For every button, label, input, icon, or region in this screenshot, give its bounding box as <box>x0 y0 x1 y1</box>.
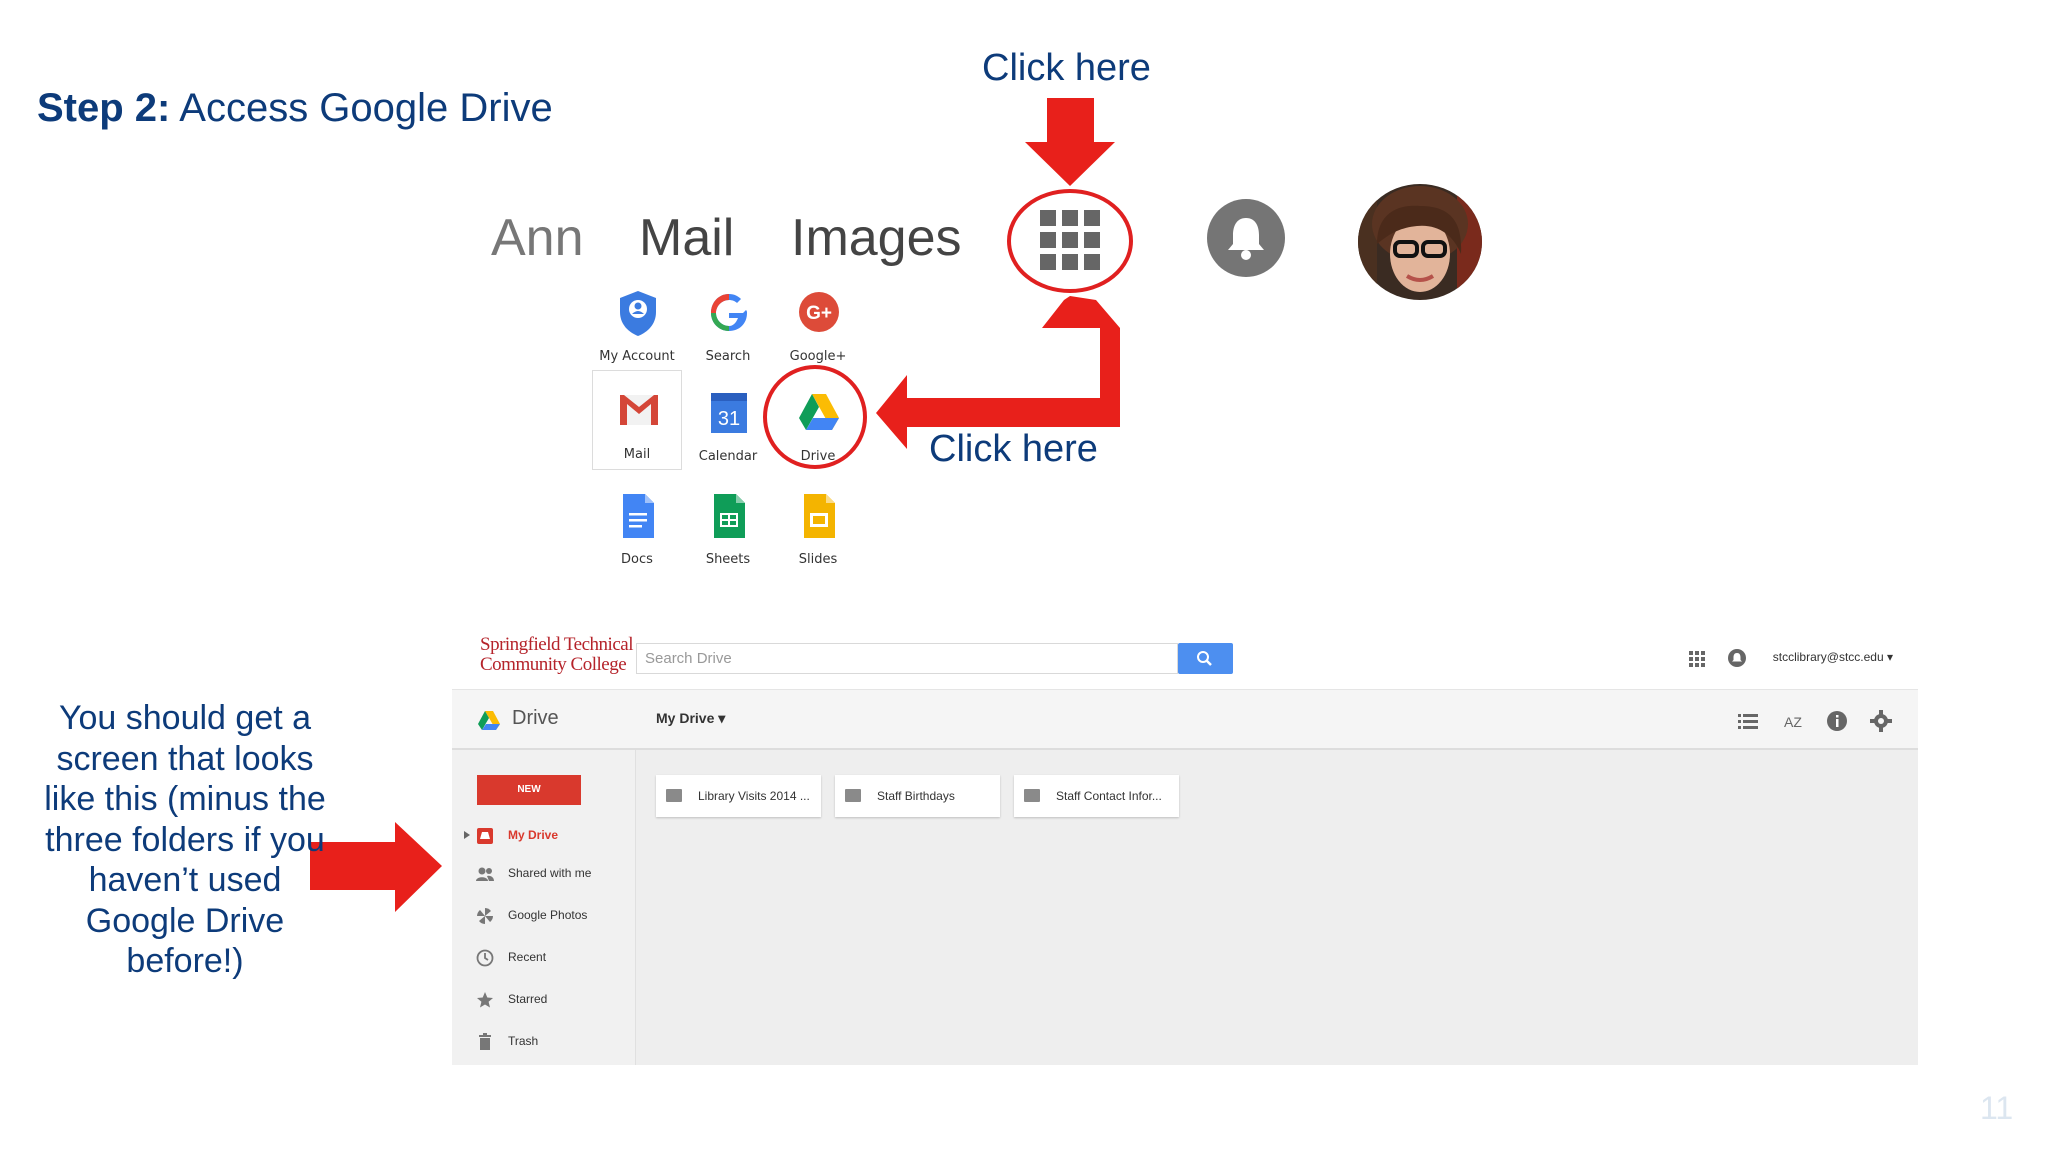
folder-item[interactable]: Staff Birthdays <box>835 775 1000 817</box>
search-input[interactable]: Search Drive <box>636 643 1178 674</box>
google-g-icon <box>711 294 747 331</box>
search-icon <box>1197 651 1212 666</box>
college-logo[interactable]: Springfield Technical Community College <box>480 635 633 675</box>
calendar-icon: 31 <box>711 393 747 433</box>
avatar[interactable] <box>1357 184 1483 300</box>
star-icon <box>477 992 493 1008</box>
drive-icon <box>799 394 839 430</box>
drive-logo-icon <box>478 711 500 730</box>
sidebar-item-starred[interactable]: Starred <box>452 981 636 1017</box>
app-label: Search <box>705 349 751 364</box>
gbar-link-images[interactable]: Images <box>791 208 962 268</box>
sidebar-item-shared[interactable]: Shared with me <box>452 855 636 891</box>
search-button[interactable] <box>1178 643 1233 674</box>
folder-item[interactable]: Staff Contact Infor... <box>1014 775 1179 817</box>
apps-grid-icon[interactable] <box>1688 650 1706 668</box>
gbar-link-ann[interactable]: Ann <box>491 208 584 268</box>
gbar-link-mail[interactable]: Mail <box>639 208 734 268</box>
app-label: Docs <box>621 552 653 567</box>
app-label: My Account <box>599 349 675 364</box>
drive-window: Springfield Technical Community College … <box>452 625 1918 1065</box>
apps-grid-icon[interactable] <box>1038 208 1102 272</box>
arrow-down <box>1025 98 1115 186</box>
my-drive-icon <box>477 828 493 844</box>
sidebar-item-photos[interactable]: Google Photos <box>452 897 636 933</box>
app-search[interactable]: Search <box>683 274 773 374</box>
page-number: 11 <box>1980 1090 2014 1126</box>
app-sheets[interactable]: Sheets <box>683 477 773 577</box>
slides-icon <box>804 494 835 538</box>
info-icon[interactable] <box>1826 710 1848 732</box>
notification-bell-icon[interactable] <box>1206 198 1286 278</box>
docs-icon <box>623 494 654 538</box>
app-drive[interactable]: Drive <box>773 374 863 474</box>
svg-text:31: 31 <box>718 408 740 430</box>
account-email[interactable]: stcclibrary@stcc.edu ▾ <box>1773 650 1893 664</box>
app-label: Slides <box>798 552 838 567</box>
sidebar-item-trash[interactable]: Trash <box>452 1023 636 1059</box>
app-label: Calendar <box>698 449 758 464</box>
app-google-plus[interactable]: G+ Google+ <box>773 274 863 374</box>
app-calendar[interactable]: 31 Calendar <box>683 374 773 474</box>
sidebar-item-recent[interactable]: Recent <box>452 939 636 975</box>
drive-toolbar: Drive My Drive ▾ AZ <box>452 690 1918 750</box>
trash-icon <box>479 1033 491 1050</box>
drive-title: Drive <box>512 707 559 729</box>
shared-people-icon <box>476 867 494 881</box>
drive-sidebar: NEW My Drive Shared with me Google Photo… <box>452 750 636 1065</box>
arrow-elbow <box>876 296 1120 449</box>
gear-icon[interactable] <box>1870 710 1892 732</box>
list-view-icon[interactable] <box>1738 712 1758 730</box>
new-button[interactable]: NEW <box>477 775 581 805</box>
my-account-icon <box>620 291 656 336</box>
folder-icon <box>1024 789 1040 802</box>
sheets-icon <box>714 494 745 538</box>
drive-file-area: Library Visits 2014 ... Staff Birthdays … <box>636 750 1918 1065</box>
drive-topbar: Springfield Technical Community College … <box>452 625 1918 690</box>
gmail-icon <box>620 395 658 425</box>
app-mail[interactable]: Mail <box>592 370 682 470</box>
app-my-account[interactable]: My Account <box>592 274 682 374</box>
notification-bell-icon[interactable] <box>1727 648 1747 668</box>
svg-text:G+: G+ <box>806 303 832 324</box>
app-label: Google+ <box>789 349 847 364</box>
folder-icon <box>845 789 861 802</box>
app-slides[interactable]: Slides <box>773 477 863 577</box>
shared-folder-icon <box>666 789 682 802</box>
sidebar-item-my-drive[interactable]: My Drive <box>452 817 636 853</box>
folder-item[interactable]: Library Visits 2014 ... <box>656 775 821 817</box>
app-label: Drive <box>800 449 836 464</box>
app-docs[interactable]: Docs <box>592 477 682 577</box>
app-label: Mail <box>623 447 651 462</box>
app-label: Sheets <box>705 552 751 567</box>
sort-az-icon[interactable]: AZ <box>1782 710 1804 732</box>
expand-arrow-icon[interactable] <box>464 831 470 839</box>
svg-text:AZ: AZ <box>1784 714 1802 730</box>
photos-pinwheel-icon <box>477 908 493 924</box>
instruction-note: You should get a screen that looks like … <box>44 699 326 980</box>
clock-icon <box>476 949 494 967</box>
google-plus-icon: G+ <box>799 292 839 332</box>
location-dropdown[interactable]: My Drive ▾ <box>656 710 725 727</box>
